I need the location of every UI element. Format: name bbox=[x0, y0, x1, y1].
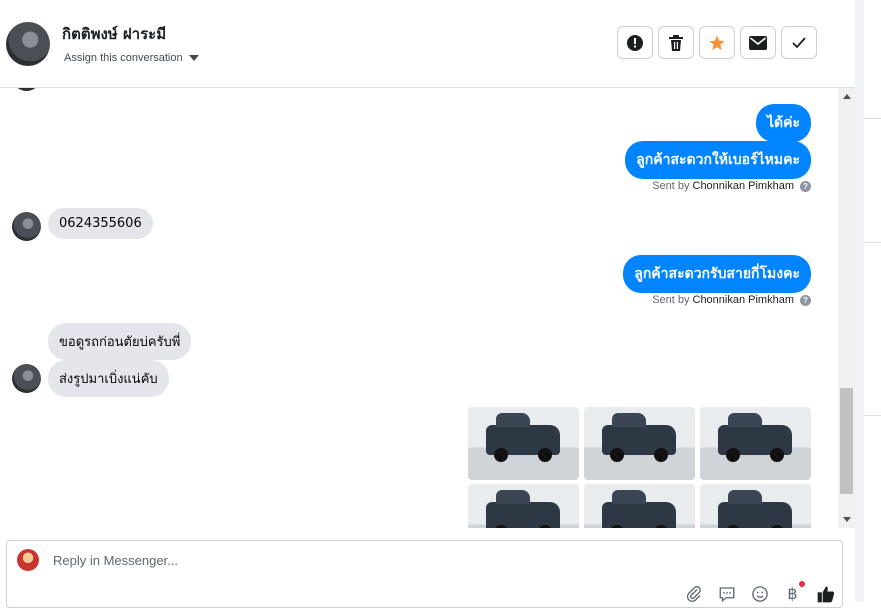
mark-done-button[interactable] bbox=[781, 26, 817, 59]
photo-attachment[interactable] bbox=[584, 484, 695, 528]
message-bubble-outgoing: ลูกค้าสะดวกรับสายกี่โมงคะ bbox=[623, 255, 811, 293]
scroll-up-arrow-icon[interactable] bbox=[843, 94, 851, 99]
conversation-panel: กิตติพงษ์ ฝาระมี Assign this conversatio… bbox=[0, 0, 855, 608]
photo-attachment[interactable] bbox=[700, 407, 811, 480]
payment-button[interactable]: ฿ bbox=[782, 581, 805, 604]
header-actions bbox=[617, 26, 817, 59]
baht-payment-icon: ฿ bbox=[787, 584, 798, 603]
contact-avatar-small[interactable] bbox=[12, 212, 41, 241]
alert-circle-icon bbox=[627, 34, 643, 51]
sent-by-label: Sent by Chonnikan Pimkham ? bbox=[652, 294, 811, 306]
delete-button[interactable] bbox=[658, 26, 694, 59]
divider bbox=[864, 118, 881, 119]
message-bubble-incoming: 0624355606 bbox=[48, 208, 153, 239]
trash-icon bbox=[669, 34, 683, 51]
photo-attachment[interactable] bbox=[468, 407, 579, 480]
assign-conversation-dropdown[interactable]: Assign this conversation bbox=[64, 52, 199, 64]
photo-attachments bbox=[468, 407, 811, 528]
mark-spam-button[interactable] bbox=[617, 26, 653, 59]
star-icon bbox=[709, 35, 725, 50]
photo-attachment[interactable] bbox=[700, 484, 811, 528]
sender-name: Chonnikan Pimkham bbox=[692, 294, 795, 306]
thumbs-up-icon bbox=[817, 586, 834, 602]
truck-photo bbox=[718, 490, 792, 528]
reply-composer: ฿ bbox=[6, 540, 843, 608]
check-icon bbox=[792, 36, 806, 48]
divider bbox=[864, 242, 881, 243]
message-bubble-incoming: ขอดูรถก่อนตัยบ่ครับพี่ bbox=[48, 323, 192, 360]
mark-unread-button[interactable] bbox=[740, 26, 776, 59]
paperclip-icon bbox=[686, 585, 701, 602]
message-bubble-incoming: ส่งรูปมาเบิ่งแน่คับ bbox=[48, 360, 169, 397]
envelope-icon bbox=[749, 35, 767, 50]
message-bubble-outgoing: ลูกค้าสะดวกให้เบอร์ไหมคะ bbox=[625, 141, 811, 179]
emoji-button[interactable] bbox=[749, 583, 770, 604]
caret-down-icon bbox=[188, 55, 199, 61]
info-card bbox=[864, 0, 881, 602]
help-icon[interactable]: ? bbox=[800, 294, 811, 306]
saved-replies-button[interactable] bbox=[716, 583, 737, 604]
truck-photo bbox=[602, 413, 676, 462]
sender-name: Chonnikan Pimkham bbox=[692, 180, 795, 192]
attach-button[interactable] bbox=[683, 583, 704, 604]
star-button[interactable] bbox=[699, 26, 735, 59]
contact-avatar-small[interactable] bbox=[12, 364, 41, 393]
thread-scrollbar[interactable] bbox=[838, 88, 855, 528]
message-bubble-outgoing: ได้ค่ะ bbox=[755, 104, 811, 142]
truck-photo bbox=[486, 490, 560, 528]
truck-photo bbox=[718, 413, 792, 462]
divider bbox=[864, 415, 881, 416]
emoji-icon bbox=[751, 585, 768, 602]
notification-dot bbox=[799, 581, 805, 587]
truck-photo bbox=[602, 490, 676, 528]
sent-by-label: Sent by Chonnikan Pimkham ? bbox=[652, 180, 811, 192]
right-info-panel bbox=[855, 0, 881, 602]
assign-label: Assign this conversation bbox=[64, 52, 183, 64]
scrollbar-thumb[interactable] bbox=[840, 388, 853, 494]
photo-attachment[interactable] bbox=[468, 484, 579, 528]
contact-avatar[interactable] bbox=[6, 22, 50, 66]
composer-tools: ฿ bbox=[683, 581, 836, 604]
saved-reply-icon bbox=[719, 586, 734, 602]
scroll-down-arrow-icon[interactable] bbox=[843, 517, 851, 522]
conversation-header: กิตติพงษ์ ฝาระมี Assign this conversatio… bbox=[0, 0, 855, 88]
truck-photo bbox=[486, 413, 560, 462]
contact-avatar-small bbox=[12, 88, 41, 91]
help-icon[interactable]: ? bbox=[800, 180, 811, 192]
page-avatar bbox=[17, 549, 39, 571]
photo-attachment[interactable] bbox=[584, 407, 695, 480]
message-thread[interactable]: ได้ค่ะ ลูกค้าสะดวกให้เบอร์ไหมคะ Sent by … bbox=[0, 88, 838, 528]
contact-name[interactable]: กิตติพงษ์ ฝาระมี bbox=[62, 22, 166, 46]
like-button[interactable] bbox=[815, 583, 836, 604]
reply-input[interactable] bbox=[51, 552, 555, 569]
